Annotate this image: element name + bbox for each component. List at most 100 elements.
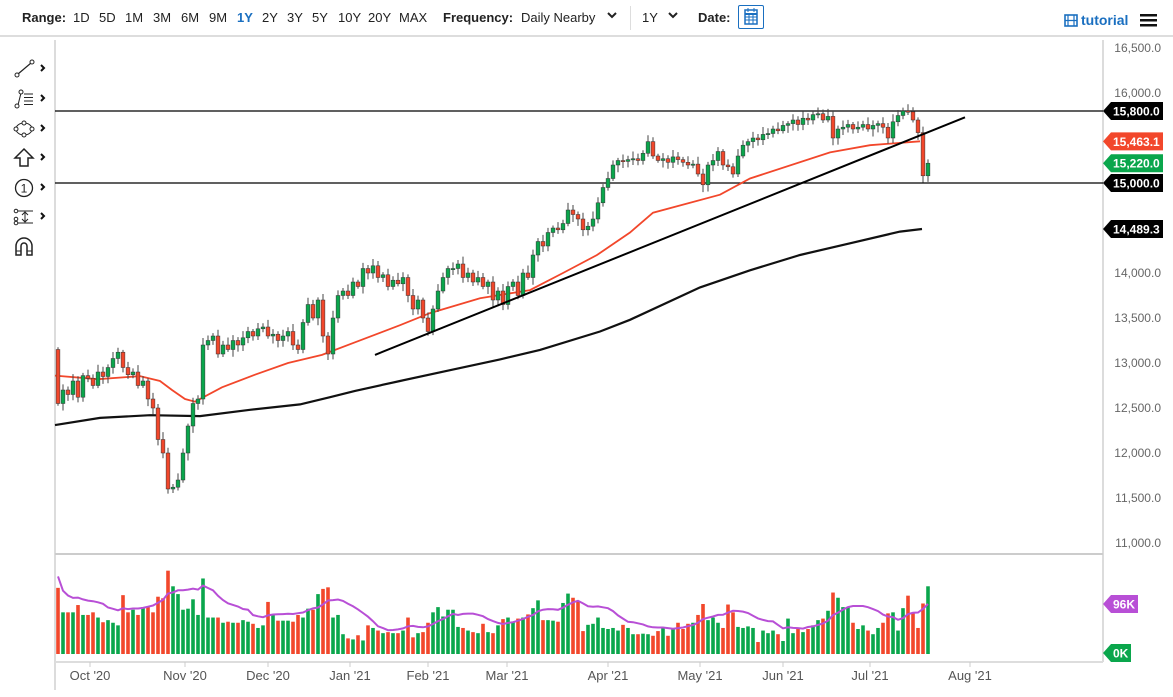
volume-bar: [331, 618, 335, 654]
volume-bar: [251, 624, 255, 654]
volume-bar: [321, 589, 325, 654]
volume-bar: [716, 623, 720, 654]
volume-bar: [281, 621, 285, 654]
candle-body: [446, 269, 450, 278]
price-chart[interactable]: 16,500.016,000.015,500.015,000.014,500.0…: [0, 0, 1173, 697]
candle-body: [516, 282, 520, 296]
volume-bar: [191, 599, 195, 654]
volume-bar: [666, 636, 670, 654]
volume-bar: [601, 628, 605, 654]
volume-bar: [76, 605, 80, 654]
volume-bar: [886, 613, 890, 654]
candle-body: [56, 350, 60, 404]
candle-body: [291, 332, 295, 346]
volume-bar: [746, 626, 750, 654]
volume-bar: [751, 628, 755, 654]
candle-body: [701, 174, 705, 185]
volume-bar: [181, 610, 185, 654]
volume-bar: [151, 612, 155, 654]
volume-bar: [186, 609, 190, 654]
volume-bar: [161, 598, 165, 654]
volume-bar: [361, 640, 365, 654]
x-tick-label: Dec '20: [246, 668, 290, 683]
volume-bar: [341, 634, 345, 654]
volume-bar: [416, 633, 420, 654]
volume-bar: [646, 634, 650, 654]
x-tick-label: Jul '21: [851, 668, 888, 683]
candle-body: [266, 327, 270, 336]
volume-bar: [111, 623, 115, 654]
volume-bar: [261, 625, 265, 654]
volume-bar: [591, 624, 595, 654]
volume-bar: [271, 615, 275, 654]
volume-bar: [86, 615, 90, 654]
candle-body: [731, 167, 735, 174]
candle-body: [576, 215, 580, 220]
candle-body: [766, 134, 770, 135]
volume-bar: [906, 596, 910, 654]
volume-bar: [286, 621, 290, 654]
candle-body: [336, 296, 340, 319]
candle-body: [801, 118, 805, 124]
volume-bar: [351, 639, 355, 654]
candle-body: [381, 275, 385, 278]
candle-body: [756, 138, 760, 140]
volume-bar: [411, 637, 415, 654]
x-tick-label: Nov '20: [163, 668, 207, 683]
price-tag: 15,800.0: [1113, 105, 1160, 119]
volume-bar: [226, 622, 230, 654]
volume-bar: [771, 631, 775, 654]
volume-bar: [81, 615, 85, 654]
volume-bar: [266, 602, 270, 654]
volume-bar: [466, 631, 470, 654]
y-tick-label: 11,500.0: [1115, 491, 1161, 505]
volume-bar: [211, 618, 215, 654]
candle-body: [186, 426, 190, 453]
candle-body: [101, 372, 105, 377]
volume-bar: [451, 610, 455, 654]
candle-body: [491, 282, 495, 300]
candle-body: [246, 332, 250, 338]
y-tick-label: 16,000.0: [1114, 86, 1161, 100]
volume-bar: [556, 622, 560, 654]
candle-body: [571, 210, 575, 215]
volume-bar: [791, 633, 795, 654]
candle-body: [481, 278, 485, 287]
candle-body: [556, 228, 560, 230]
candle-body: [521, 273, 525, 296]
volume-bar: [256, 628, 260, 654]
volume-bar: [101, 622, 105, 654]
volume-bar: [586, 625, 590, 654]
volume-bar: [431, 612, 435, 654]
volume-bar: [491, 633, 495, 654]
candle-body: [156, 408, 160, 440]
volume-bar: [616, 631, 620, 654]
candle-body: [341, 291, 345, 296]
volume-bar: [536, 600, 540, 654]
candle-body: [236, 341, 240, 346]
volume-bar: [651, 636, 655, 654]
x-tick-label: Apr '21: [588, 668, 629, 683]
candle-body: [416, 300, 420, 309]
volume-bar: [276, 621, 280, 654]
candle-body: [486, 282, 490, 287]
candle-body: [256, 329, 260, 336]
volume-bar: [406, 618, 410, 654]
candle-body: [216, 336, 220, 354]
volume-tag: 0K: [1113, 647, 1129, 661]
candle-body: [531, 255, 535, 278]
candle-body: [276, 334, 280, 340]
candle-body: [131, 372, 135, 375]
volume-bar: [496, 625, 500, 654]
volume-bar: [221, 623, 225, 654]
candle-body: [676, 157, 680, 160]
volume-bar: [236, 623, 240, 654]
volume-bar: [606, 629, 610, 654]
candle-body: [751, 138, 755, 142]
candle-body: [356, 282, 360, 287]
candle-body: [71, 381, 75, 395]
candle-body: [296, 345, 300, 350]
candle-body: [141, 381, 145, 386]
candle-body: [741, 145, 745, 156]
candle-body: [136, 372, 140, 386]
